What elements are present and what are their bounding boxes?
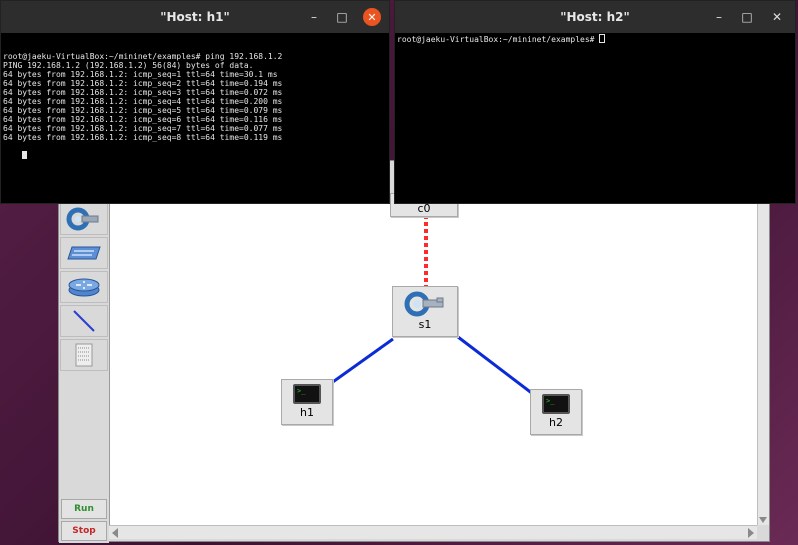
terminal-line: 64 bytes from 192.168.1.2: icmp_seq=7 tt… — [3, 124, 283, 133]
close-button[interactable]: ✕ — [363, 8, 381, 26]
host-label: h2 — [549, 416, 563, 429]
controller-icon — [66, 207, 99, 231]
terminal-line: 64 bytes from 192.168.1.2: icmp_seq=5 tt… — [3, 106, 283, 115]
terminal-line: 64 bytes from 192.168.1.2: icmp_seq=6 tt… — [3, 115, 283, 124]
scroll-right-arrow-icon[interactable] — [748, 528, 754, 538]
horizontal-scrollbar[interactable] — [109, 525, 757, 539]
host-node-h1[interactable]: h1 — [281, 379, 333, 425]
minimize-button[interactable]: – — [711, 9, 727, 25]
switch-node-s1[interactable]: s1 — [392, 286, 458, 337]
link-s1-h1[interactable] — [329, 337, 394, 386]
tool-router[interactable] — [60, 271, 108, 303]
terminal-line: 64 bytes from 192.168.1.2: icmp_seq=1 tt… — [3, 70, 278, 79]
terminal-window-h1: "Host: h1" – □ ✕ root@jaeku-VirtualBox:~… — [0, 0, 390, 204]
tool-controller[interactable] — [60, 203, 108, 235]
terminal-line: 64 bytes from 192.168.1.2: icmp_seq=4 tt… — [3, 97, 283, 106]
terminal-window-h2: "Host: h2" – □ ✕ root@jaeku-VirtualBox:~… — [394, 0, 796, 204]
switch-icon — [67, 246, 101, 260]
terminal-title: "Host: h2" — [560, 10, 630, 24]
switch-label: s1 — [418, 318, 432, 331]
terminal-line: root@jaeku-VirtualBox:~/mininet/examples… — [3, 52, 283, 61]
terminal-prompt: root@jaeku-VirtualBox:~/mininet/examples… — [397, 35, 600, 44]
tool-link[interactable] — [60, 305, 108, 337]
run-button[interactable]: Run — [61, 499, 107, 519]
terminal-titlebar-h1[interactable]: "Host: h1" – □ ✕ — [1, 1, 389, 33]
close-button[interactable]: ✕ — [769, 9, 785, 25]
text-cursor — [599, 34, 606, 43]
miniedit-window: Run Stop c0 s1 h1 — [58, 160, 770, 543]
maximize-button[interactable]: □ — [739, 9, 755, 25]
link-s1-h2[interactable] — [457, 335, 534, 396]
terminal-icon — [542, 394, 570, 414]
netlink-icon — [75, 343, 93, 367]
toolbox: Run Stop — [59, 201, 109, 543]
tool-switch[interactable] — [60, 237, 108, 269]
links-layer — [329, 201, 534, 396]
terminal-line: 64 bytes from 192.168.1.2: icmp_seq=3 tt… — [3, 88, 283, 97]
terminal-lines: root@jaeku-VirtualBox:~/mininet/examples… — [3, 52, 387, 142]
topology-canvas[interactable]: c0 s1 h1 h2 — [109, 193, 757, 525]
terminal-line: 64 bytes from 192.168.1.2: icmp_seq=8 tt… — [3, 133, 283, 142]
maximize-button[interactable]: □ — [334, 9, 350, 25]
scroll-left-arrow-icon[interactable] — [112, 528, 118, 538]
host-label: h1 — [300, 406, 314, 419]
host-node-h2[interactable]: h2 — [530, 389, 582, 435]
link-icon — [73, 310, 95, 332]
terminal-output-h2[interactable]: root@jaeku-VirtualBox:~/mininet/examples… — [395, 33, 795, 45]
terminal-line: PING 192.168.1.2 (192.168.1.2) 56(84) by… — [3, 61, 254, 70]
terminal-line: 64 bytes from 192.168.1.2: icmp_seq=2 tt… — [3, 79, 283, 88]
terminal-titlebar-h2[interactable]: "Host: h2" – □ ✕ — [395, 1, 795, 33]
scroll-down-arrow-icon[interactable] — [759, 517, 767, 523]
switch-node-icon — [404, 291, 444, 317]
router-icon — [68, 278, 100, 297]
vertical-scrollbar[interactable] — [757, 201, 769, 525]
stop-button[interactable]: Stop — [61, 521, 107, 541]
tool-netlink[interactable] — [60, 339, 108, 371]
minimize-button[interactable]: – — [306, 9, 322, 25]
terminal-title: "Host: h1" — [160, 10, 230, 24]
terminal-icon — [293, 384, 321, 404]
text-cursor — [22, 151, 28, 159]
terminal-output-h1[interactable]: root@jaeku-VirtualBox:~/mininet/examples… — [1, 33, 389, 170]
